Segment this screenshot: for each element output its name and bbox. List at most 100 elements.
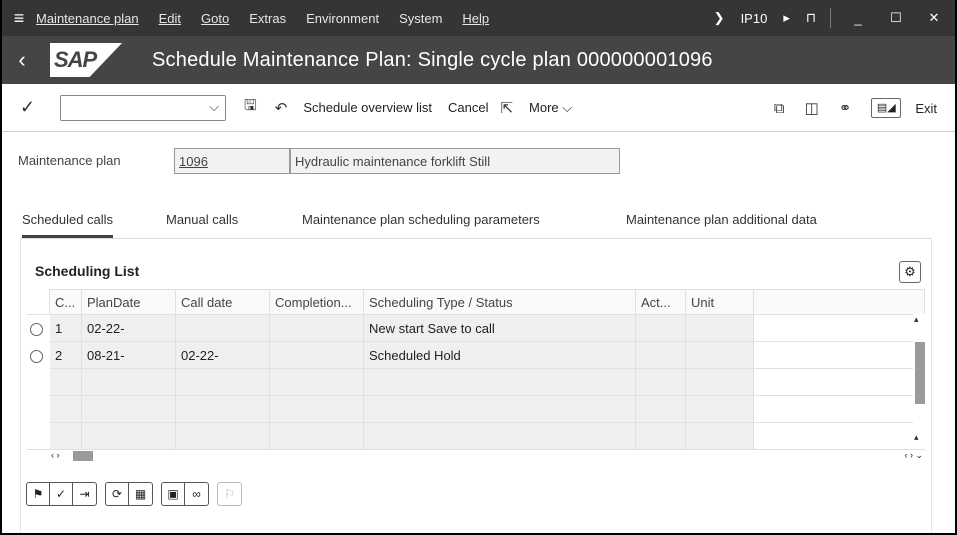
play-icon[interactable]: ▸: [783, 10, 790, 26]
tab-scheduled-calls[interactable]: Scheduled calls: [22, 212, 114, 238]
table-row[interactable]: 1 02-22- New start Save to call: [27, 314, 925, 342]
button-group: ⚑ ✓ ⇥: [26, 482, 97, 506]
table-cell: 2: [49, 341, 82, 369]
column-header[interactable]: Completion...: [269, 289, 364, 315]
vertical-scrollbar[interactable]: ▴ ▴: [913, 314, 925, 449]
divider: [830, 8, 831, 28]
export-icon[interactable]: ⇱: [500, 99, 513, 117]
calendar-icon[interactable]: ▦: [129, 483, 152, 505]
menu-edit[interactable]: Edit: [159, 11, 181, 26]
new-window-icon[interactable]: ⧉: [774, 100, 785, 117]
undo-icon[interactable]: ↶: [275, 99, 288, 117]
chevron-down-icon[interactable]: ⌵: [209, 99, 219, 115]
column-header[interactable]: Unit: [685, 289, 754, 315]
scroll-down-icon[interactable]: ▴: [914, 432, 919, 443]
cancel-button[interactable]: Cancel: [448, 100, 488, 115]
minimize-icon[interactable]: _: [847, 11, 869, 26]
title-bar: ‹ SAP Schedule Maintenance Plan: Single …: [2, 36, 955, 84]
flag-icon[interactable]: ⚑: [27, 483, 50, 505]
scroll-arrows-icon[interactable]: ‹ › ⌄: [904, 450, 923, 461]
scroll-thumb[interactable]: [73, 451, 93, 461]
menu-extras[interactable]: Extras: [249, 11, 286, 26]
scheduling-list-title: Scheduling List: [35, 263, 140, 279]
column-header[interactable]: Scheduling Type / Status: [363, 289, 636, 315]
table-cell: [269, 341, 364, 369]
table-row-empty: [27, 422, 925, 450]
button-group: ⟳ ▦: [105, 482, 153, 506]
maintenance-plan-row: Maintenance plan 1096 Hydraulic maintena…: [2, 148, 955, 174]
button-group: ⚐: [217, 482, 242, 506]
column-header[interactable]: PlanDate: [81, 289, 176, 315]
table-cell: 1: [49, 314, 82, 342]
row-radio[interactable]: [30, 322, 43, 336]
scheduling-grid: C... PlanDate Call date Completion... Sc…: [27, 289, 925, 461]
table-cell: 02-22-: [175, 341, 270, 369]
more-button[interactable]: More ⌵: [529, 100, 572, 116]
column-header[interactable]: C...: [49, 289, 82, 315]
scroll-up-icon[interactable]: ▴: [914, 314, 919, 325]
gear-icon[interactable]: ⚙: [899, 261, 921, 283]
maintenance-plan-description: Hydraulic maintenance forklift Still: [290, 148, 620, 174]
table-cell: 02-22-: [81, 314, 176, 342]
row-radio[interactable]: [30, 349, 43, 363]
menu-bar: ≡ Maintenance plan Edit Goto Extras Envi…: [2, 0, 955, 36]
table-cell: 08-21-: [81, 341, 176, 369]
close-icon[interactable]: ✕: [923, 10, 945, 26]
refresh-icon[interactable]: ⟳: [106, 483, 129, 505]
menu-environment[interactable]: Environment: [306, 11, 379, 26]
table-cell: [685, 341, 754, 369]
table-row-empty: [27, 395, 925, 423]
tab-scheduling-parameters[interactable]: Maintenance plan scheduling parameters: [302, 212, 540, 238]
glasses-icon[interactable]: ∞: [185, 483, 208, 505]
maintenance-plan-number[interactable]: 1096: [174, 148, 290, 174]
tab-manual-calls[interactable]: Manual calls: [166, 212, 238, 238]
table-cell: [635, 341, 686, 369]
sap-logo: SAP: [50, 43, 122, 77]
table-cell: [175, 314, 270, 342]
release-icon[interactable]: ✓: [50, 483, 73, 505]
button-group: ▣ ∞: [161, 482, 209, 506]
column-header[interactable]: Act...: [635, 289, 686, 315]
skip-icon[interactable]: ⇥: [73, 483, 96, 505]
exit-button[interactable]: Exit: [915, 101, 937, 116]
list-actions: ⚑ ✓ ⇥ ⟳ ▦ ▣ ∞ ⚐: [26, 482, 250, 506]
chevron-right-icon[interactable]: ❯: [714, 10, 725, 26]
menu-goto[interactable]: Goto: [201, 11, 229, 26]
tab-additional-data[interactable]: Maintenance plan additional data: [626, 212, 817, 238]
back-arrow-icon[interactable]: ‹: [2, 47, 42, 73]
table-cell: [685, 314, 754, 342]
maximize-icon[interactable]: ☐: [885, 10, 907, 26]
command-field[interactable]: ⌵: [60, 94, 226, 121]
print-icon[interactable]: ▤◢: [871, 98, 902, 118]
table-cell-empty: [753, 314, 925, 342]
schedule-overview-button[interactable]: Schedule overview list: [303, 100, 432, 115]
maintenance-plan-label: Maintenance plan: [18, 153, 121, 168]
table-cell: New start Save to call: [363, 314, 636, 342]
menu-icon[interactable]: ≡: [2, 8, 36, 29]
settings-icon[interactable]: ⚭: [839, 99, 852, 117]
save-icon[interactable]: 🖫: [244, 95, 257, 120]
table-cell: Scheduled Hold: [363, 341, 636, 369]
table-cell: [269, 314, 364, 342]
lock-icon[interactable]: ⊓: [806, 10, 816, 26]
page-title: Schedule Maintenance Plan: Single cycle …: [152, 48, 713, 71]
menu-maintenance-plan[interactable]: Maintenance plan: [36, 11, 139, 26]
horizontal-scrollbar[interactable]: ‹ › ‹ › ⌄: [27, 449, 925, 461]
tab-strip: Scheduled calls Manual calls Maintenance…: [2, 212, 955, 238]
table-cell-empty: [753, 341, 925, 369]
column-header[interactable]: Call date: [175, 289, 270, 315]
flag-disabled-icon: ⚐: [224, 487, 235, 501]
toolbar: ✓ ⌵ 🖫 ↶ Schedule overview list Cancel ⇱ …: [2, 84, 955, 132]
column-selector: [27, 289, 50, 315]
table-row-empty: [27, 368, 925, 396]
table-cell: [635, 314, 686, 342]
scroll-left-right-icon[interactable]: ‹ ›: [51, 450, 60, 460]
scroll-thumb[interactable]: [915, 342, 925, 404]
window-icon[interactable]: ◫: [805, 99, 819, 117]
checkmark-icon[interactable]: ✓: [20, 97, 54, 118]
menu-help[interactable]: Help: [462, 11, 489, 26]
table-row[interactable]: 2 08-21- 02-22- Scheduled Hold: [27, 341, 925, 369]
menu-system[interactable]: System: [399, 11, 442, 26]
calculator-icon[interactable]: ▣: [162, 483, 185, 505]
sap-window: ≡ Maintenance plan Edit Goto Extras Envi…: [0, 0, 957, 535]
